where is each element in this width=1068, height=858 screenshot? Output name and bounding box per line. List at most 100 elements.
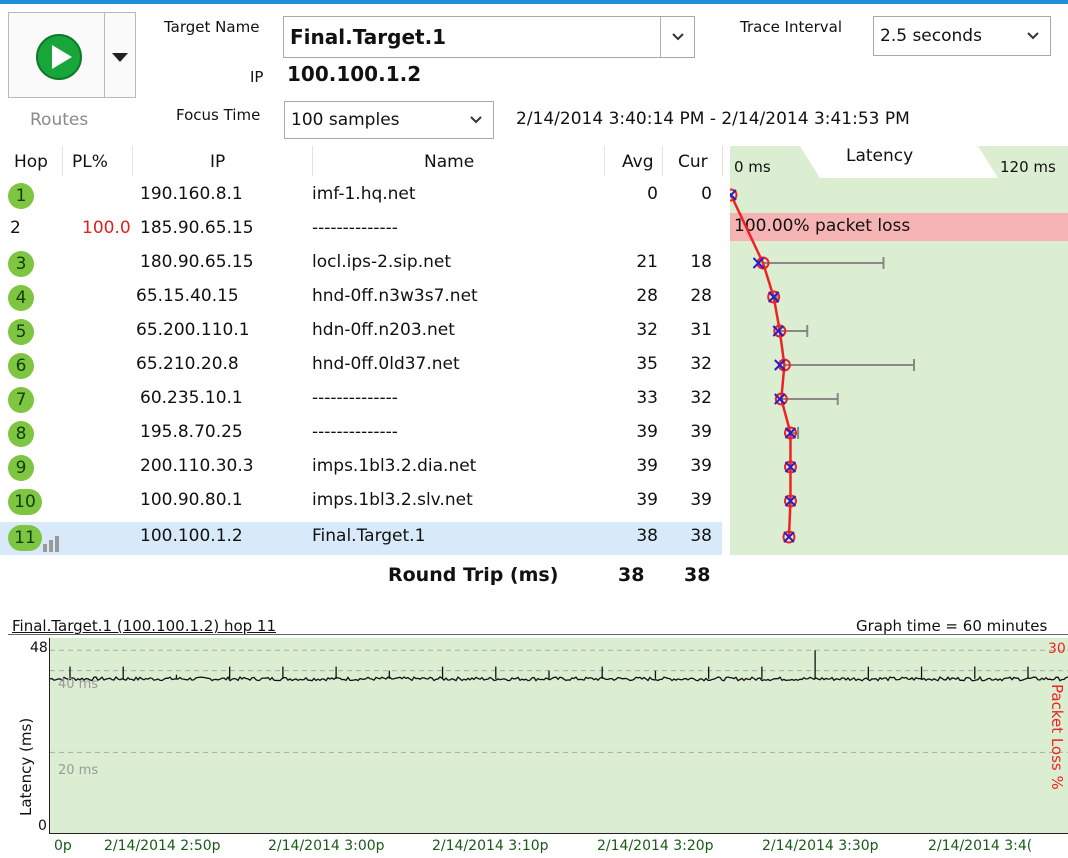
header-divider bbox=[722, 146, 723, 176]
cell-ip: 100.100.1.2 bbox=[140, 526, 243, 546]
cell-cur: 18 bbox=[690, 252, 712, 272]
focus-time-combobox[interactable]: 100 samples bbox=[284, 101, 494, 139]
cell-name: imps.1bl3.2.slv.net bbox=[312, 490, 473, 510]
cell-ip: 185.90.65.15 bbox=[140, 218, 254, 238]
cell-name: hnd-0ff.0ld37.net bbox=[312, 354, 460, 374]
header-divider bbox=[312, 146, 313, 176]
window-accent-line bbox=[0, 0, 1068, 4]
signal-bars-icon bbox=[42, 536, 64, 557]
cell-avg: 32 bbox=[636, 320, 658, 340]
cell-avg: 39 bbox=[636, 456, 658, 476]
cell-cur: 39 bbox=[690, 490, 712, 510]
latency-max-label: 120 ms bbox=[1000, 158, 1056, 176]
x-tick-label: 2/14/2014 2:50p bbox=[104, 838, 221, 854]
header-divider bbox=[604, 146, 605, 176]
cell-name: imps.1bl3.2.dia.net bbox=[312, 456, 477, 476]
cell-avg: 39 bbox=[636, 422, 658, 442]
cell-cur: 39 bbox=[690, 456, 712, 476]
trace-interval-combobox[interactable]: 2.5 seconds bbox=[873, 16, 1051, 56]
cell-ip: 60.235.10.1 bbox=[140, 388, 243, 408]
chevron-down-icon[interactable] bbox=[459, 102, 493, 138]
trace-interval-value: 2.5 seconds bbox=[880, 26, 982, 46]
cell-name: -------------- bbox=[312, 388, 398, 408]
y-axis-max-label: 48 bbox=[30, 640, 48, 656]
play-split-divider bbox=[104, 12, 105, 98]
cell-avg: 38 bbox=[636, 526, 658, 546]
focus-time-value: 100 samples bbox=[291, 110, 400, 130]
cell-ip: 190.160.8.1 bbox=[140, 184, 243, 204]
cell-ip: 195.8.70.25 bbox=[140, 422, 243, 442]
chevron-down-icon[interactable] bbox=[660, 17, 694, 57]
cell-pl: 100.0 bbox=[82, 218, 131, 238]
latency-min-label: 0 ms bbox=[734, 158, 771, 176]
cell-cur: 39 bbox=[690, 422, 712, 442]
cell-avg: 35 bbox=[636, 354, 658, 374]
cell-name: hdn-0ff.n203.net bbox=[312, 320, 455, 340]
graph-title-underline bbox=[8, 634, 1068, 635]
hop-number: 8 bbox=[8, 421, 34, 447]
cell-cur: 28 bbox=[690, 286, 712, 306]
cell-cur: 0 bbox=[701, 184, 712, 204]
cell-name: -------------- bbox=[312, 218, 398, 238]
hop-number: 2 bbox=[10, 218, 21, 238]
play-dropdown-icon[interactable] bbox=[110, 50, 130, 64]
ip-value: 100.100.1.2 bbox=[287, 62, 422, 86]
column-header-hop[interactable]: Hop bbox=[14, 146, 48, 178]
cell-avg: 0 bbox=[647, 184, 658, 204]
gridline-label-40: 40 ms bbox=[58, 677, 99, 692]
column-header-name[interactable]: Name bbox=[424, 146, 474, 178]
cell-avg: 21 bbox=[636, 252, 658, 272]
hop-number: 4 bbox=[8, 285, 34, 311]
column-header-pl[interactable]: PL% bbox=[72, 146, 108, 178]
column-header-avg[interactable]: Avg bbox=[622, 146, 654, 178]
target-name-label: Target Name bbox=[164, 18, 260, 36]
focus-time-label: Focus Time bbox=[176, 106, 261, 124]
y-axis-min-label: 0 bbox=[38, 818, 47, 834]
graph-time-label: Graph time = 60 minutes bbox=[856, 617, 1048, 635]
ip-label: IP bbox=[250, 68, 264, 86]
cell-ip: 180.90.65.15 bbox=[140, 252, 254, 272]
header-divider bbox=[132, 146, 133, 176]
cell-name: locl.ips-2.sip.net bbox=[312, 252, 451, 272]
round-trip-avg: 38 bbox=[618, 564, 645, 586]
cell-cur: 31 bbox=[690, 320, 712, 340]
play-icon[interactable] bbox=[34, 32, 84, 82]
column-header-cur[interactable]: Cur bbox=[678, 146, 708, 178]
hop-number: 5 bbox=[8, 319, 34, 345]
cell-avg: 39 bbox=[636, 490, 658, 510]
header-divider bbox=[62, 146, 63, 176]
cell-name: Final.Target.1 bbox=[312, 526, 426, 546]
hop-number: 6 bbox=[8, 353, 34, 379]
hop-number: 9 bbox=[8, 455, 34, 481]
x-tick-label: 2/14/2014 3:4( bbox=[928, 838, 1033, 854]
column-header-ip[interactable]: IP bbox=[210, 146, 225, 178]
gridline-label-20: 20 ms bbox=[58, 763, 99, 778]
target-name-value: Final.Target.1 bbox=[290, 25, 447, 49]
round-trip-label: Round Trip (ms) bbox=[388, 564, 559, 586]
header-divider bbox=[662, 146, 663, 176]
y2-axis-label: Packet Loss % bbox=[1048, 684, 1066, 790]
trace-interval-label: Trace Interval bbox=[740, 18, 843, 36]
x-tick-label: 2/14/2014 3:00p bbox=[268, 838, 385, 854]
latency-trace-chart bbox=[730, 188, 915, 544]
cell-cur: 38 bbox=[690, 526, 712, 546]
x-tick-label: 2/14/2014 3:30p bbox=[762, 838, 879, 854]
round-trip-cur: 38 bbox=[684, 564, 711, 586]
timeline-graph bbox=[50, 649, 1068, 753]
cell-avg: 33 bbox=[636, 388, 658, 408]
cell-name: hnd-0ff.n3w3s7.net bbox=[312, 286, 478, 306]
chevron-down-icon[interactable] bbox=[1016, 17, 1050, 55]
routes-label: Routes bbox=[30, 110, 89, 130]
focus-time-range: 2/14/2014 3:40:14 PM - 2/14/2014 3:41:53… bbox=[516, 109, 910, 129]
x-tick-label: 0p bbox=[54, 838, 72, 854]
cell-name: -------------- bbox=[312, 422, 398, 442]
cell-ip: 65.200.110.1 bbox=[136, 320, 250, 340]
cell-cur: 32 bbox=[690, 388, 712, 408]
x-tick-label: 2/14/2014 3:20p bbox=[597, 838, 714, 854]
target-name-combobox[interactable]: Final.Target.1 bbox=[283, 16, 695, 58]
cell-ip: 100.90.80.1 bbox=[140, 490, 243, 510]
cell-ip: 200.110.30.3 bbox=[140, 456, 254, 476]
hop-number: 3 bbox=[8, 251, 34, 277]
x-tick-label: 2/14/2014 3:10p bbox=[432, 838, 549, 854]
cell-cur: 32 bbox=[690, 354, 712, 374]
